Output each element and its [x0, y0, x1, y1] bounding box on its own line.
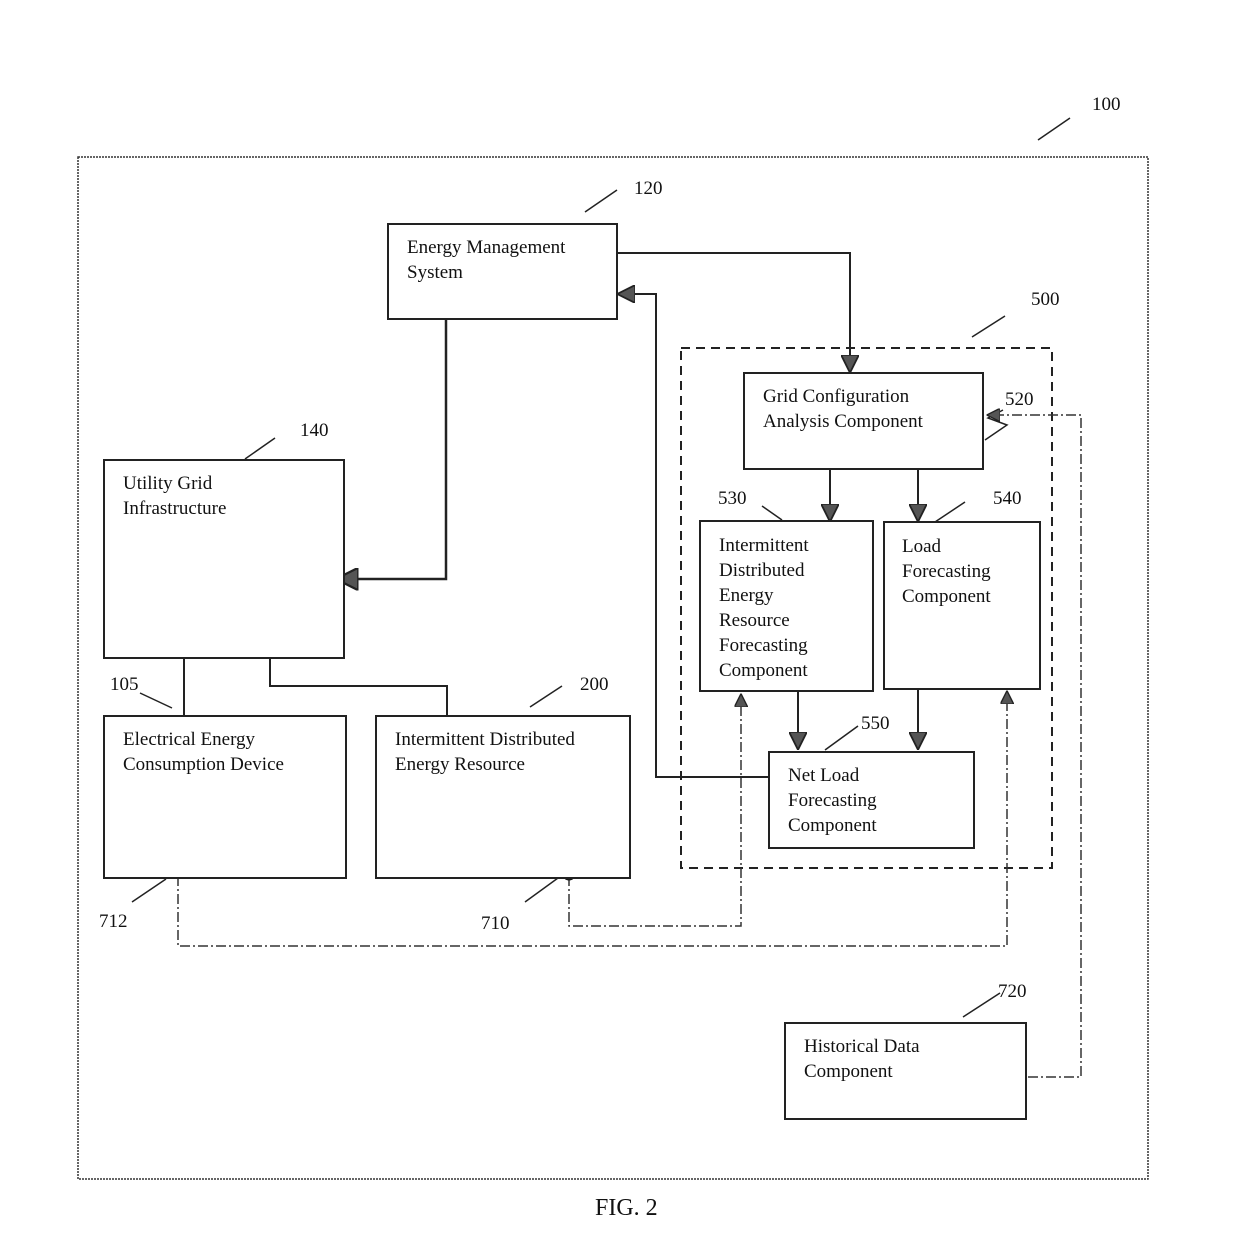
historical-data-block[interactable]: Historical Data Component [784, 1022, 1027, 1120]
intermittent-distributed-energy-resource-block[interactable]: Intermittent Distributed Energy Resource [375, 715, 631, 879]
figure-caption: FIG. 2 [595, 1195, 658, 1221]
lfc-label: Load Forecasting Component [902, 536, 991, 607]
subsystem-ref-leader [971, 315, 1006, 338]
energy-management-system-block[interactable]: Energy Management System [387, 223, 618, 320]
ider-forecasting-block[interactable]: Intermittent Distributed Energy Resource… [699, 520, 874, 692]
ems-label: Energy Management System [407, 237, 566, 283]
hist-ref-leader [962, 992, 1001, 1018]
iderf-ref: 530 [718, 488, 747, 509]
ider-ref-leader [529, 685, 563, 708]
utility-grid-infrastructure-block[interactable]: Utility Grid Infrastructure [103, 459, 345, 659]
ider-sensor-ref-leader [524, 877, 559, 903]
nlf-label: Net Load Forecasting Component [788, 765, 877, 836]
lfc-ref: 540 [993, 488, 1022, 509]
grid-to-ider-line [269, 658, 448, 715]
device-sensor-ref: 712 [99, 911, 128, 932]
ider-ref: 200 [580, 674, 609, 695]
ider-sensor-ref: 710 [481, 913, 510, 934]
system-ref: 100 [1092, 94, 1121, 115]
ems-ref-leader [584, 189, 618, 213]
device-sensor-ref-leader [131, 878, 167, 903]
gca-label: Grid Configuration Analysis Component [763, 386, 923, 432]
lfc-ref-leader [934, 501, 966, 523]
subsystem-ref: 500 [1031, 289, 1060, 310]
ems-to-grid-arrow [338, 320, 448, 579]
grid-ref-leader [244, 437, 276, 460]
net-load-forecasting-block[interactable]: Net Load Forecasting Component [768, 751, 975, 849]
load-forecasting-block[interactable]: Load Forecasting Component [883, 521, 1041, 690]
hist-to-gca-path [988, 415, 1082, 1078]
nlf-ref-leader [824, 725, 859, 751]
gca-ref: 520 [1005, 389, 1034, 410]
grid-configuration-analysis-block[interactable]: Grid Configuration Analysis Component [743, 372, 984, 470]
ider-label: Intermittent Distributed Energy Resource [395, 729, 575, 775]
ems-ref: 120 [634, 178, 663, 199]
iderf-ref-leader [761, 505, 783, 521]
hist-label: Historical Data Component [804, 1036, 920, 1082]
hist-ref: 720 [998, 981, 1027, 1002]
electrical-energy-consumption-device-block[interactable]: Electrical Energy Consumption Device [103, 715, 347, 879]
system-ref-leader [1037, 117, 1071, 141]
ems-to-gca-arrow [617, 252, 850, 371]
iderf-label: Intermittent Distributed Energy Resource… [719, 535, 809, 681]
grid-label: Utility Grid Infrastructure [123, 473, 227, 519]
nlf-ref: 550 [861, 713, 890, 734]
grid-ref: 140 [300, 420, 329, 441]
device-ref-leader [139, 692, 173, 709]
device-ref: 105 [110, 674, 139, 695]
device-label: Electrical Energy Consumption Device [123, 729, 284, 775]
